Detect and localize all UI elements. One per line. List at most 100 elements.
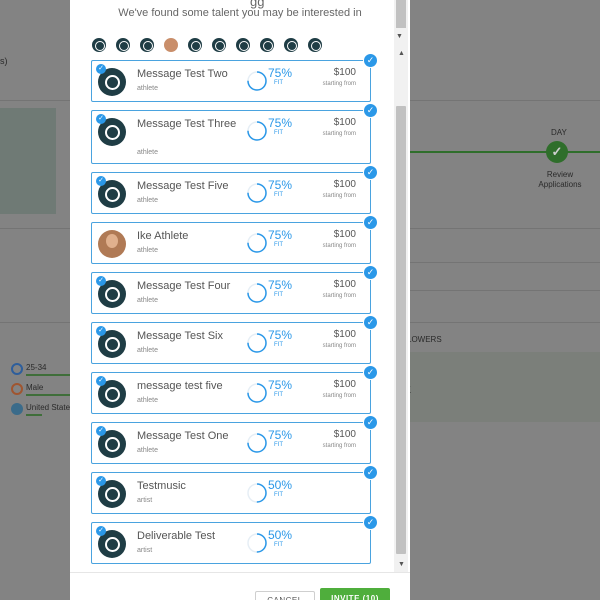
invite-button[interactable]: INVITE (10) — [320, 588, 390, 600]
price-caption: starting from — [322, 131, 356, 137]
demo-country-bar — [26, 414, 42, 416]
fit-ring — [247, 483, 267, 503]
s-logo-icon — [234, 36, 252, 54]
check-circle-icon[interactable]: ✓ — [363, 415, 378, 430]
bg-divider — [405, 100, 600, 101]
cancel-button[interactable]: CANCEL — [255, 591, 315, 600]
fit-percent: 75% — [268, 378, 293, 392]
modal-scrollbar-thumb[interactable] — [396, 0, 406, 28]
talent-price: $100 — [333, 329, 356, 340]
s-logo-icon — [90, 36, 108, 54]
talent-price: $100 — [333, 67, 356, 78]
talent-card[interactable]: ✓ Message Test Four athlete 75% FIT $100 start… — [91, 265, 378, 314]
timeline-day-label: DAY — [551, 128, 567, 137]
selected-check-icon: ✓ — [96, 276, 106, 286]
fit-percent: 75% — [268, 116, 293, 130]
check-circle-icon[interactable]: ✓ — [363, 265, 378, 280]
talent-role: artist — [137, 547, 153, 554]
talent-card[interactable]: ✓ Message Test One athlete 75% FIT $100 starti… — [91, 415, 378, 464]
check-circle-icon[interactable]: ✓ — [363, 215, 378, 230]
fit-ring — [247, 71, 267, 91]
modal-footer: CANCEL INVITE (10) — [70, 572, 410, 600]
demo-gender-bar — [26, 394, 70, 396]
talent-price: $100 — [333, 117, 356, 128]
talent-card[interactable]: ✓ Testmusic artist 50% FIT ✓ — [91, 465, 378, 514]
fit-label: FIT — [274, 542, 283, 548]
globe-icon — [11, 403, 23, 415]
talent-card[interactable]: ✓ Message Test Three athlete 75% FIT $100 star… — [91, 103, 378, 164]
talent-name: Message Test Four — [137, 280, 231, 292]
talent-name: Ike Athlete — [137, 230, 189, 242]
talent-role: athlete — [137, 149, 159, 156]
selected-avatars-row — [90, 36, 360, 56]
talent-name: Testmusic — [137, 480, 186, 492]
talent-card[interactable]: ✓ Deliverable Test artist 50% FIT ✓ — [91, 515, 378, 564]
talent-name: Message Test Two — [137, 68, 228, 80]
triangle-down-icon[interactable]: ▼ — [396, 33, 403, 40]
talent-card[interactable]: ✓ Message Test Six athlete 75% FIT $100 starti… — [91, 315, 378, 364]
talent-name: Message Test Five — [137, 180, 229, 192]
check-circle-icon[interactable]: ✓ — [363, 53, 378, 68]
talent-name: Message Test Six — [137, 330, 224, 342]
talent-name: Deliverable Test — [137, 530, 216, 542]
fit-ring — [247, 333, 267, 353]
talent-price: $100 — [333, 279, 356, 290]
talent-role: athlete — [137, 197, 159, 204]
talent-role: athlete — [137, 85, 159, 92]
talent-card[interactable]: ✓ Message Test Five athlete 75% FIT $100 start… — [91, 165, 378, 214]
talent-role: athlete — [137, 297, 159, 304]
talent-card[interactable]: ✓ Message Test Two athlete 75% FIT $100 starti… — [91, 53, 378, 102]
fit-label: FIT — [274, 80, 283, 86]
fit-ring — [247, 183, 267, 203]
bg-left-fragment: s) — [0, 56, 8, 66]
s-logo-icon — [258, 36, 276, 54]
price-caption: starting from — [322, 393, 356, 399]
price-caption: starting from — [322, 443, 356, 449]
bg-divider — [405, 228, 600, 229]
timeline-check-icon: ✓ — [546, 141, 568, 163]
bg-right-panel — [405, 352, 600, 422]
list-scrollbar[interactable]: ▲ ▼ — [394, 48, 408, 570]
price-caption: starting from — [322, 293, 356, 299]
check-circle-icon[interactable]: ✓ — [363, 365, 378, 380]
selected-check-icon: ✓ — [96, 176, 106, 186]
fit-label: FIT — [274, 442, 283, 448]
price-caption: starting from — [322, 193, 356, 199]
triangle-down-icon[interactable]: ▼ — [398, 561, 405, 568]
check-circle-icon[interactable]: ✓ — [363, 465, 378, 480]
talent-card[interactable]: ✓ message test five athlete 75% FIT $100 start… — [91, 365, 378, 414]
gender-icon — [11, 383, 23, 395]
s-logo-icon — [210, 36, 228, 54]
fit-ring — [247, 383, 267, 403]
fit-ring — [247, 121, 267, 141]
check-circle-icon[interactable]: ✓ — [363, 165, 378, 180]
talent-name: Message Test Three — [137, 118, 237, 130]
modal-subtitle: We've found some talent you may be inter… — [118, 7, 362, 19]
talent-card[interactable]: Ike Athlete athlete 75% FIT $100 starting fro… — [91, 215, 378, 264]
talent-role: athlete — [137, 347, 159, 354]
talent-name: message test five — [137, 380, 223, 392]
fit-percent: 75% — [268, 228, 293, 242]
fit-label: FIT — [274, 492, 283, 498]
talent-price: $100 — [333, 429, 356, 440]
selected-check-icon: ✓ — [96, 526, 106, 536]
selected-check-icon: ✓ — [96, 476, 106, 486]
fit-percent: 75% — [268, 66, 293, 80]
avatar — [162, 36, 180, 54]
bg-divider — [405, 262, 600, 263]
bg-divider — [405, 322, 600, 323]
s-logo-icon — [138, 36, 156, 54]
check-circle-icon[interactable]: ✓ — [363, 515, 378, 530]
bg-left-panel — [0, 108, 56, 214]
price-caption: starting from — [322, 243, 356, 249]
selected-check-icon: ✓ — [96, 114, 106, 124]
fit-label: FIT — [274, 242, 283, 248]
talent-price: $100 — [333, 379, 356, 390]
triangle-up-icon[interactable]: ▲ — [398, 50, 405, 57]
check-circle-icon[interactable]: ✓ — [363, 315, 378, 330]
check-circle-icon[interactable]: ✓ — [363, 103, 378, 118]
demo-gender: Male — [26, 383, 44, 392]
list-scrollbar-thumb[interactable] — [396, 106, 406, 554]
avatar — [98, 230, 126, 258]
fit-ring — [247, 433, 267, 453]
